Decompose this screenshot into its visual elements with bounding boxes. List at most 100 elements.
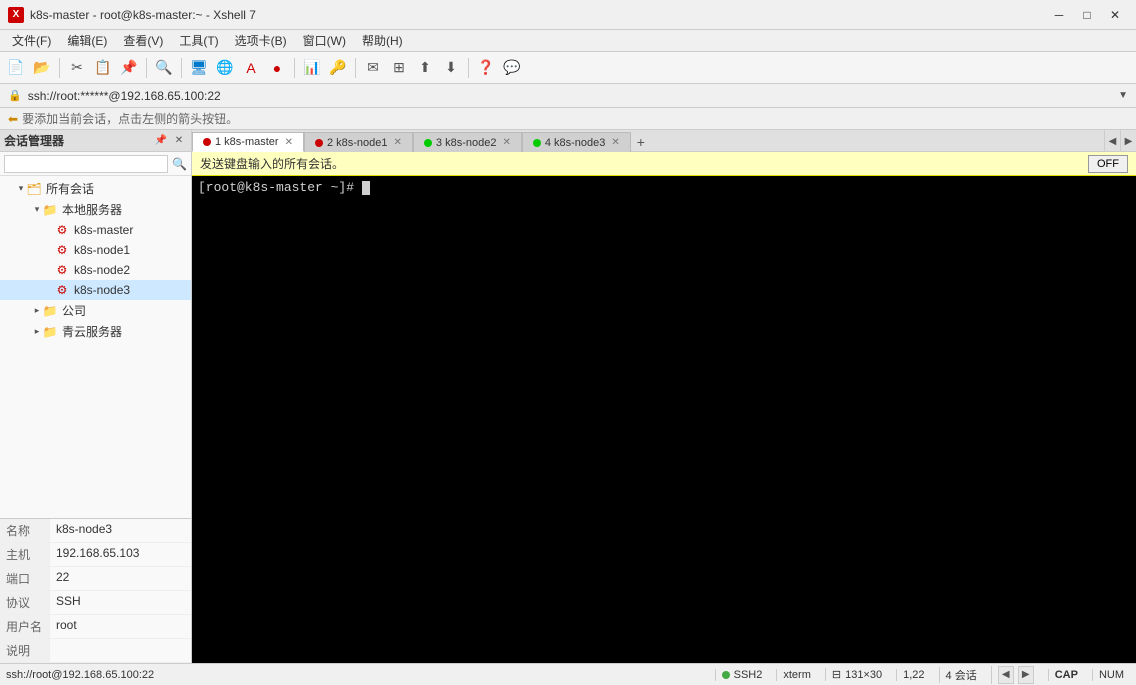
tab-close-btn[interactable]: ✕ [285, 137, 293, 148]
menu-item-h[interactable]: 帮助(H) [354, 30, 411, 51]
info-label-host: 主机 [0, 543, 50, 566]
sidebar-item-k8s-node1[interactable]: ⚙ k8s-node1 [0, 240, 191, 260]
sidebar-search-container: 🔍 [0, 152, 191, 176]
maximize-button[interactable]: □ [1074, 5, 1100, 25]
toolbar-font-btn[interactable]: A [239, 56, 263, 80]
sidebar-item-company[interactable]: ▸ 📁 公司 [0, 300, 191, 321]
toolbar-help-btn[interactable]: ❓ [474, 56, 498, 80]
server-icon: ⚙ [54, 262, 70, 278]
sidebar-item-label: k8s-node1 [74, 243, 130, 257]
status-protocol-text: SSH2 [734, 669, 763, 681]
tab-nav-right[interactable]: ▶ [1120, 130, 1136, 152]
info-value-host: 192.168.65.103 [50, 543, 191, 566]
menu-item-t[interactable]: 工具(T) [171, 30, 226, 51]
main-layout: 会话管理器 📌 ✕ 🔍 ▾ 🗂 所有会话 ▾ 📁 本地服务器 [0, 130, 1136, 663]
status-terminal-type: xterm [776, 669, 817, 681]
info-label-username: 用户名 [0, 615, 50, 638]
tab-label: 4 k8s-node3 [545, 137, 606, 149]
tab-close-btn[interactable]: ✕ [502, 137, 510, 148]
info-value-protocol: SSH [50, 591, 191, 614]
sidebar-item-k8s-node2[interactable]: ⚙ k8s-node2 [0, 260, 191, 280]
sidebar-item-all-sessions[interactable]: ▾ 🗂 所有会话 [0, 178, 191, 199]
toolbar-new-btn[interactable]: 📄 [4, 56, 28, 80]
address-dropdown[interactable]: ▼ [1118, 90, 1128, 101]
title-bar-left: X k8s-master - root@k8s-master:~ - Xshel… [8, 7, 256, 23]
sidebar-item-label: 青云服务器 [62, 323, 122, 340]
tab-k8s-node1[interactable]: 2 k8s-node1 ✕ [304, 132, 413, 152]
tab-k8s-master[interactable]: 1 k8s-master ✕ [192, 132, 304, 152]
tab-k8s-node3[interactable]: 4 k8s-node3 ✕ [522, 132, 631, 152]
tab-close-btn[interactable]: ✕ [394, 137, 402, 148]
menu-item-w[interactable]: 窗口(W) [295, 30, 354, 51]
title-bar: X k8s-master - root@k8s-master:~ - Xshel… [0, 0, 1136, 30]
sidebar-close-btn[interactable]: ✕ [171, 133, 187, 149]
tab-k8s-node2[interactable]: 3 k8s-node2 ✕ [413, 132, 522, 152]
status-terminal-type-text: xterm [783, 669, 811, 681]
server-icon: ⚙ [54, 222, 70, 238]
info-row-username: 用户名 root [0, 615, 191, 639]
toolbar-chat-btn[interactable]: 💬 [500, 56, 524, 80]
toolbar-connect-btn[interactable]: 🖥 [187, 56, 211, 80]
toolbar-sep-1 [59, 58, 60, 78]
tab-nav-left[interactable]: ◀ [1104, 130, 1120, 152]
toolbar-sep-3 [181, 58, 182, 78]
folder-icon: 📁 [42, 324, 58, 340]
info-label-name: 名称 [0, 519, 50, 542]
toolbar-paste-btn[interactable]: 📌 [117, 56, 141, 80]
sidebar-item-k8s-master[interactable]: ⚙ k8s-master [0, 220, 191, 240]
sidebar-pin-btn[interactable]: 📌 [153, 133, 169, 149]
sidebar-item-k8s-node3[interactable]: ⚙ k8s-node3 [0, 280, 191, 300]
folder-icon: 📁 [42, 303, 58, 319]
toolbar-key-btn[interactable]: 🔑 [326, 56, 350, 80]
menu-bar: 文件(F)编辑(E)查看(V)工具(T)选项卡(B)窗口(W)帮助(H) [0, 30, 1136, 52]
status-num: NUM [1092, 669, 1130, 681]
toolbar-open-btn[interactable]: 📂 [30, 56, 54, 80]
toolbar-download-btn[interactable]: ⬇ [439, 56, 463, 80]
sidebar-item-local-server[interactable]: ▾ 📁 本地服务器 [0, 199, 191, 220]
toolbar-compose-btn[interactable]: ✉ [361, 56, 385, 80]
info-label-protocol: 协议 [0, 591, 50, 614]
sidebar-item-label: 公司 [62, 302, 86, 319]
toolbar-cut-btn[interactable]: ✂ [65, 56, 89, 80]
terminal-wrapper: 发送键盘输入的所有会话。 OFF [root@k8s-master ~]# [192, 152, 1136, 663]
lock-icon: 🔒 [8, 89, 22, 102]
terminal-prompt: [root@k8s-master ~]# [198, 180, 362, 195]
info-row-desc: 说明 [0, 639, 191, 663]
toolbar-find-btn[interactable]: 🔍 [152, 56, 176, 80]
tab-close-btn[interactable]: ✕ [611, 137, 619, 148]
sidebar-search-input[interactable] [4, 155, 168, 173]
close-button[interactable]: ✕ [1102, 5, 1128, 25]
info-panel: 名称 k8s-node3 主机 192.168.65.103 端口 22 协议 … [0, 518, 191, 663]
send-all-bar: 发送键盘输入的所有会话。 OFF [192, 152, 1136, 176]
session-banner-text: 要添加当前会话，点击左侧的箭头按钮。 [22, 110, 238, 127]
toolbar-sep-6 [468, 58, 469, 78]
menu-item-b[interactable]: 选项卡(B) [227, 30, 295, 51]
info-row-port: 端口 22 [0, 567, 191, 591]
sidebar-item-qingyun[interactable]: ▸ 📁 青云服务器 [0, 321, 191, 342]
toolbar-layout-btn[interactable]: ⊞ [387, 56, 411, 80]
status-nav-right-btn[interactable]: ▶ [1018, 666, 1034, 684]
toolbar-red-dot-btn[interactable]: ● [265, 56, 289, 80]
tab-status-dot [315, 139, 323, 147]
toolbar-copy-btn[interactable]: 📋 [91, 56, 115, 80]
toolbar-monitor-btn[interactable]: 📊 [300, 56, 324, 80]
terminal-cursor [362, 181, 370, 195]
menu-item-e[interactable]: 编辑(E) [59, 30, 115, 51]
status-nav-left-btn[interactable]: ◀ [998, 666, 1014, 684]
server-icon: ⚙ [54, 282, 70, 298]
sidebar-item-label: k8s-node3 [74, 283, 130, 297]
send-all-off-button[interactable]: OFF [1088, 155, 1128, 173]
tab-label: 1 k8s-master [215, 136, 279, 148]
minimize-button[interactable]: ─ [1046, 5, 1072, 25]
add-tab-button[interactable]: + [631, 132, 651, 152]
menu-item-v[interactable]: 查看(V) [115, 30, 171, 51]
tab-and-terminal: 1 k8s-master ✕ 2 k8s-node1 ✕ 3 k8s-node2… [192, 130, 1136, 663]
terminal[interactable]: [root@k8s-master ~]# [192, 176, 1136, 663]
sidebar-item-label: 本地服务器 [62, 201, 122, 218]
tab-nav: ◀ ▶ [1104, 130, 1136, 152]
toolbar-globe-btn[interactable]: 🌐 [213, 56, 237, 80]
folder-icon: 📁 [42, 202, 58, 218]
info-value-desc [50, 639, 191, 662]
menu-item-f[interactable]: 文件(F) [4, 30, 59, 51]
toolbar-upload-btn[interactable]: ⬆ [413, 56, 437, 80]
